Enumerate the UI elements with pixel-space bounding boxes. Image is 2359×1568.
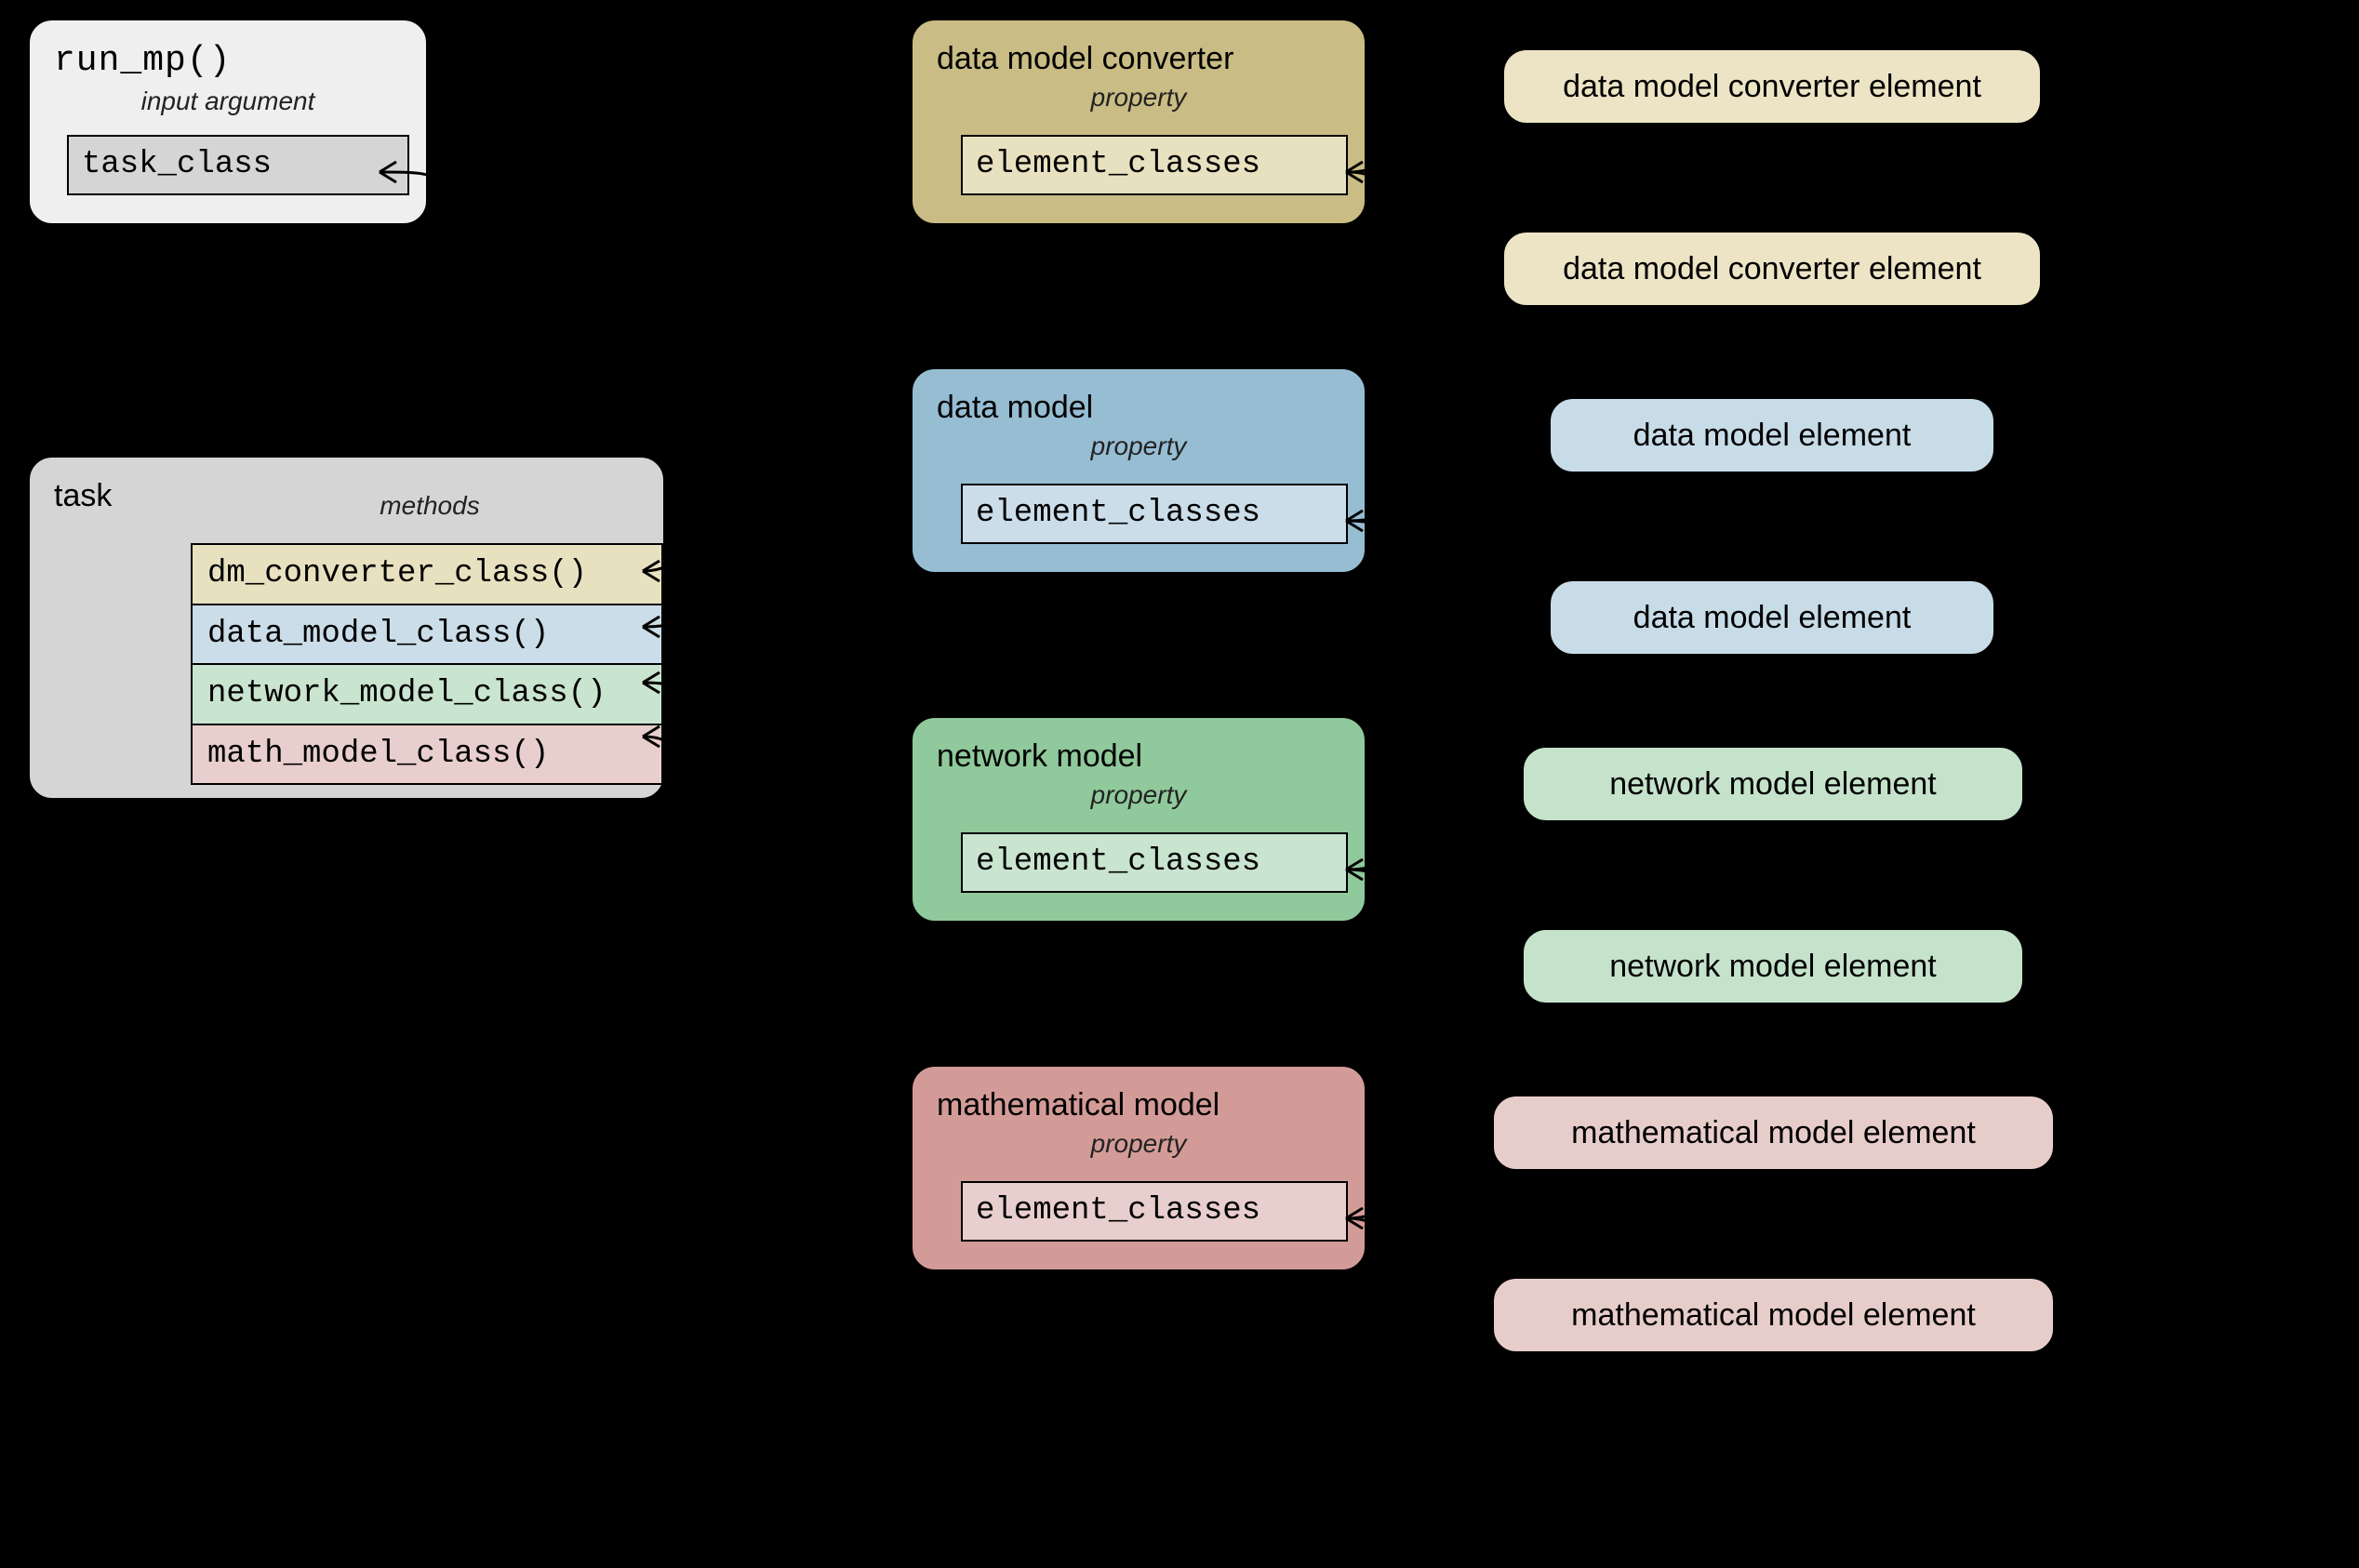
conn-task-converter (643, 112, 909, 581)
mid-sub-math-model: property (937, 1129, 1340, 1159)
run-mp-subtitle: input argument (54, 86, 402, 116)
task-methods: dm_converter_class() data_model_class() … (191, 543, 663, 785)
pill-math-elem-2: mathematical model element (1492, 1277, 2055, 1353)
mid-box-network-model: network model property element_classes (911, 716, 1366, 923)
conn-mid-data-elems (1346, 425, 1547, 628)
task-method-dm-converter: dm_converter_class() (191, 543, 663, 605)
mid-sub-converter: property (937, 83, 1340, 113)
mid-box-data-model: data model property element_classes (911, 367, 1366, 574)
diagram-stage: { "run_mp": { "title": "run_mp()", "subt… (0, 0, 2359, 1568)
mid-field-converter: element_classes (961, 135, 1348, 195)
task-method-data-model: data_model_class() (191, 605, 663, 666)
pill-converter-elem-1: data model converter element (1502, 48, 2042, 125)
mid-box-converter: data model converter property element_cl… (911, 19, 1366, 225)
mid-title-data-model: data model (937, 390, 1340, 426)
mid-title-converter: data model converter (937, 41, 1340, 77)
run-mp-title: run_mp() (54, 41, 402, 81)
pill-data-elem-2: data model element (1549, 579, 1995, 656)
run-mp-box: run_mp() input argument task_class (28, 19, 428, 225)
mid-title-math-model: mathematical model (937, 1087, 1340, 1123)
conn-task-datamodel (643, 460, 909, 637)
conn-mid-net-elems (1346, 774, 1520, 977)
conn-mid-converter-elems (1346, 76, 1500, 279)
task-method-math-model: math_model_class() (191, 725, 663, 786)
task-subtitle: methods (290, 491, 569, 521)
pill-net-elem-1: network model element (1522, 746, 2024, 822)
mid-sub-network-model: property (937, 780, 1340, 810)
mid-field-data-model: element_classes (961, 484, 1348, 544)
conn-mid-math-elems (1346, 1123, 1490, 1325)
pill-net-elem-2: network model element (1522, 928, 2024, 1004)
pill-converter-elem-2: data model converter element (1502, 231, 2042, 307)
run-mp-field: task_class (67, 135, 409, 195)
task-box: task methods dm_converter_class() data_m… (28, 456, 665, 800)
task-method-network-model: network_model_class() (191, 665, 663, 725)
mid-field-math-model: element_classes (961, 1181, 1348, 1242)
mid-title-network-model: network model (937, 738, 1340, 775)
pill-data-elem-1: data model element (1549, 397, 1995, 473)
mid-box-math-model: mathematical model property element_clas… (911, 1065, 1366, 1271)
pill-math-elem-1: mathematical model element (1492, 1095, 2055, 1171)
mid-sub-data-model: property (937, 432, 1340, 461)
mid-field-network-model: element_classes (961, 832, 1348, 893)
conn-task-netmodel (643, 672, 909, 830)
conn-task-mathmodel (643, 726, 909, 1178)
